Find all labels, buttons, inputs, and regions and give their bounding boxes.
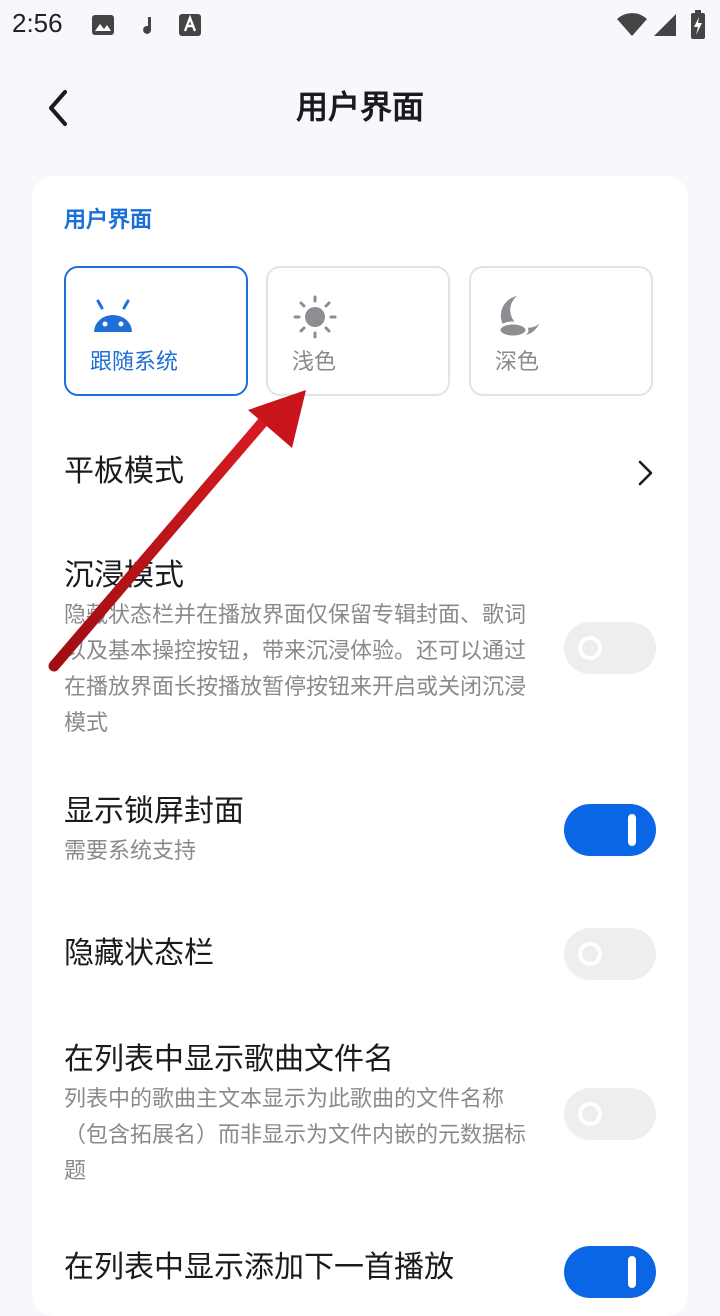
battery-charging-icon — [691, 10, 705, 39]
page-title: 用户界面 — [295, 88, 424, 126]
status-bar: 2:56 — [0, 0, 720, 50]
font-icon — [179, 14, 201, 36]
setting-title: 沉浸模式 — [64, 558, 184, 593]
theme-option-label: 浅色 — [292, 350, 337, 375]
setting-immersive-mode: 沉浸模式 隐藏状态栏并在播放界面仅保留专辑封面、歌词以及基本操控按钮，带来沉浸体… — [64, 556, 656, 742]
setting-show-play-next: 在列表中显示添加下一首播放 — [64, 1246, 656, 1298]
setting-description: 隐藏状态栏并在播放界面仅保留专辑封面、歌词以及基本操控按钮，带来沉浸体验。还可以… — [64, 603, 527, 736]
show-filename-toggle[interactable] — [564, 1088, 656, 1140]
hide-status-bar-toggle[interactable] — [564, 928, 656, 980]
wifi-icon — [617, 13, 647, 36]
setting-description: 需要系统支持 — [64, 839, 197, 864]
setting-description: 列表中的歌曲主文本显示为此歌曲的文件名称（包含拓展名）而非显示为文件内嵌的元数据… — [64, 1087, 527, 1184]
setting-show-filename: 在列表中显示歌曲文件名 列表中的歌曲主文本显示为此歌曲的文件名称（包含拓展名）而… — [64, 1040, 656, 1190]
lockscreen-cover-toggle[interactable] — [564, 804, 656, 856]
chevron-right-icon — [638, 460, 653, 486]
status-time: 2:56 — [12, 8, 63, 38]
moon-icon — [497, 296, 539, 339]
theme-option-light[interactable]: 浅色 — [266, 266, 450, 396]
image-icon — [92, 15, 114, 35]
theme-option-label: 深色 — [495, 350, 540, 375]
sun-icon — [293, 295, 337, 339]
android-icon — [94, 299, 132, 332]
theme-option-dark[interactable]: 深色 — [469, 266, 653, 396]
setting-hide-status-bar: 隐藏状态栏 — [64, 928, 656, 980]
setting-tablet-mode[interactable]: 平板模式 — [64, 452, 656, 496]
setting-lockscreen-cover: 显示锁屏封面 需要系统支持 — [64, 792, 656, 870]
show-play-next-toggle[interactable] — [564, 1246, 656, 1298]
setting-title: 在列表中显示歌曲文件名 — [64, 1042, 394, 1077]
settings-card: 用户界面 跟随系统 浅色 深色 平板模式 沉浸模式 隐藏状态栏并在播放界面仅保留… — [32, 176, 688, 1316]
music-note-icon — [143, 17, 152, 34]
section-title: 用户界面 — [64, 208, 153, 233]
immersive-mode-toggle[interactable] — [564, 622, 656, 674]
app-bar: 用户界面 — [0, 60, 720, 150]
theme-option-label: 跟随系统 — [90, 350, 179, 375]
theme-option-follow-system[interactable]: 跟随系统 — [64, 266, 248, 396]
setting-title: 平板模式 — [64, 454, 184, 489]
signal-icon — [654, 14, 676, 36]
